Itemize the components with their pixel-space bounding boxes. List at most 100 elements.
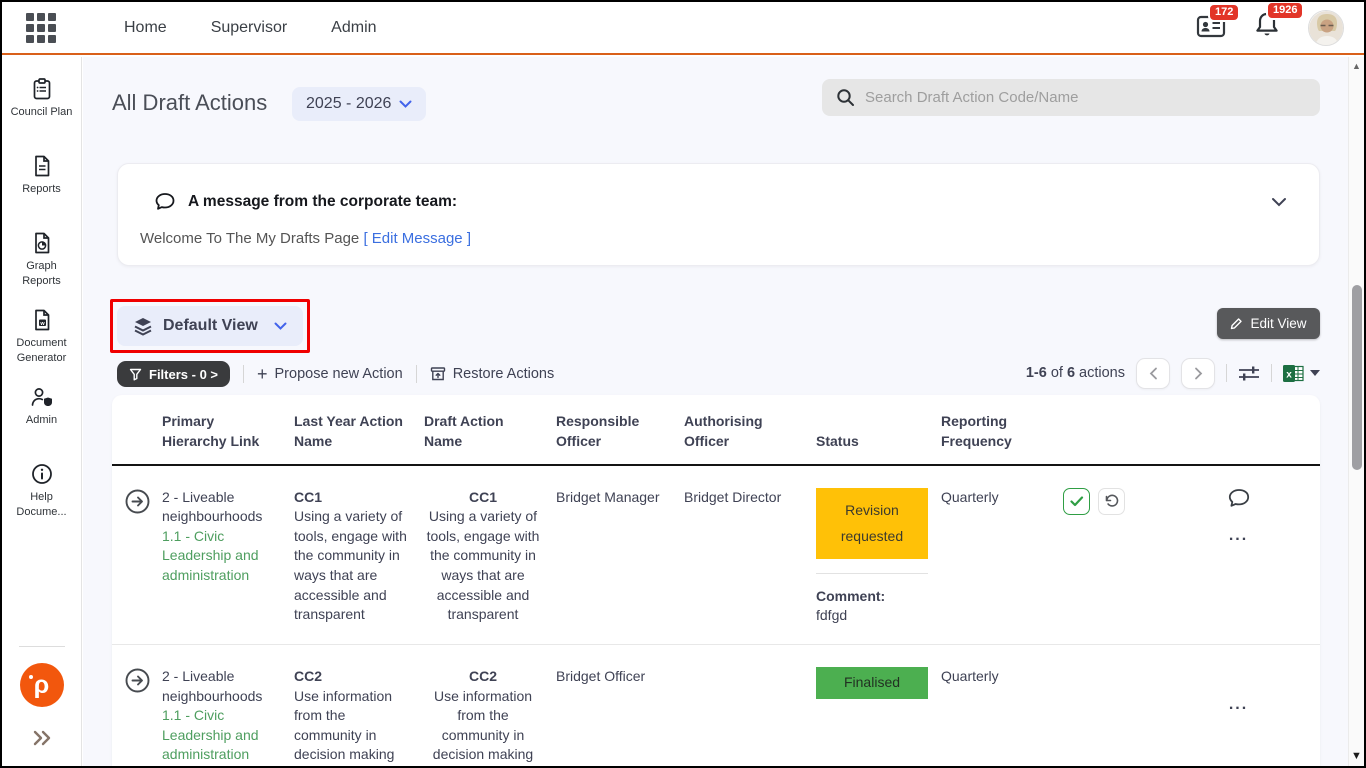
previous-page-button[interactable] xyxy=(1136,358,1170,389)
nav-supervisor[interactable]: Supervisor xyxy=(211,19,287,37)
column-header: Primary Hierarchy Link xyxy=(162,411,294,452)
propose-new-action-button[interactable]: + Propose new Action xyxy=(257,365,403,383)
action-name: Use information from the community in de… xyxy=(424,687,542,765)
pencil-icon xyxy=(1230,317,1243,330)
brand-logo[interactable]: ρ xyxy=(20,663,64,707)
hierarchy-primary: 2 - Liveable neighbourhoods xyxy=(162,488,280,527)
export-excel-button[interactable]: x xyxy=(1283,364,1320,383)
restore-archive-icon xyxy=(430,366,446,382)
table-toolbar-left: Filters - 0 > + Propose new Action Resto… xyxy=(117,360,554,388)
view-selector[interactable]: Default View xyxy=(117,306,303,346)
highlight-box: Default View xyxy=(110,299,310,353)
toolbar-divider xyxy=(1271,364,1272,382)
column-header: Reporting Frequency xyxy=(941,411,1063,452)
responsible-officer-cell: Bridget Manager xyxy=(556,488,684,508)
table-header-row: Primary Hierarchy Link Last Year Action … xyxy=(112,395,1320,466)
messages-button[interactable]: 172 xyxy=(1196,13,1226,43)
count-range: 1-6 xyxy=(1026,365,1047,381)
export-dropdown-caret xyxy=(1310,370,1320,376)
chevron-right-icon xyxy=(1194,367,1203,380)
edit-view-label: Edit View xyxy=(1250,316,1306,331)
scroll-down-arrow[interactable]: ▼ xyxy=(1349,750,1364,762)
open-action-arrow-icon[interactable] xyxy=(124,488,151,515)
sidebar-item-council-plan[interactable]: Council Plan xyxy=(2,77,81,154)
main-content: All Draft Actions 2025 - 2026 A message … xyxy=(83,57,1348,766)
more-menu-button[interactable]: ... xyxy=(1229,697,1248,713)
main-nav: Home Supervisor Admin xyxy=(124,19,377,37)
brand-logo-glyph: ρ xyxy=(34,671,49,700)
action-code: CC2 xyxy=(294,667,410,687)
year-selector-value: 2025 - 2026 xyxy=(306,95,391,113)
count-of: of xyxy=(1051,365,1063,381)
sidebar-item-help-documents[interactable]: Help Docume... xyxy=(2,462,81,539)
view-selector-value: Default View xyxy=(163,317,258,335)
sidebar-item-admin[interactable]: Admin xyxy=(2,385,81,462)
hierarchy-secondary-link[interactable]: 1.1 - Civic Leadership and administratio… xyxy=(162,706,280,765)
hierarchy-cell: 2 - Liveable neighbourhoods 1.1 - Civic … xyxy=(162,488,294,586)
action-code: CC1 xyxy=(424,488,542,508)
sidebar-divider xyxy=(19,646,65,647)
vertical-scrollbar[interactable]: ▲ ▼ xyxy=(1348,57,1364,766)
chevron-left-icon xyxy=(1149,367,1158,380)
status-divider xyxy=(816,573,928,574)
hierarchy-secondary-link[interactable]: 1.1 - Civic Leadership and administratio… xyxy=(162,527,280,586)
admin-shield-icon xyxy=(29,385,55,409)
table-row: 2 - Liveable neighbourhoods 1.1 - Civic … xyxy=(112,466,1320,645)
open-action-arrow-icon[interactable] xyxy=(124,667,151,694)
chevron-down-icon xyxy=(1271,197,1287,207)
search-bar xyxy=(822,79,1320,116)
status-badge: Finalised xyxy=(816,667,928,699)
nav-admin[interactable]: Admin xyxy=(331,19,376,37)
toolbar-divider xyxy=(1226,364,1227,382)
undo-button[interactable] xyxy=(1098,488,1125,515)
frequency-cell: Quarterly xyxy=(941,667,1063,687)
speech-bubble-icon xyxy=(154,192,176,212)
info-icon xyxy=(30,462,54,486)
draft-action-cell: CC1 Using a variety of tools, engage wit… xyxy=(424,488,556,625)
page-title: All Draft Actions xyxy=(112,90,267,116)
hierarchy-cell: 2 - Liveable neighbourhoods 1.1 - Civic … xyxy=(162,667,294,765)
column-settings-icon[interactable] xyxy=(1238,365,1260,382)
app-launcher-icon[interactable] xyxy=(26,13,56,43)
svg-text:x: x xyxy=(1286,369,1292,380)
approve-button[interactable] xyxy=(1063,488,1090,515)
frequency-cell: Quarterly xyxy=(941,488,1063,508)
column-header: Draft Action Name xyxy=(424,411,556,452)
sidebar-item-document-generator[interactable]: w Document Generator xyxy=(2,308,81,385)
edit-view-button[interactable]: Edit View xyxy=(1217,308,1320,339)
status-cell: Finalised xyxy=(816,667,941,699)
edit-message-link[interactable]: [ Edit Message ] xyxy=(363,230,471,247)
expand-sidebar-button[interactable] xyxy=(30,729,54,752)
undo-icon xyxy=(1104,494,1119,509)
comment-label: Comment: xyxy=(816,587,927,607)
layers-icon xyxy=(133,316,153,336)
message-body-text: Welcome To The My Drafts Page xyxy=(140,230,359,247)
notifications-button[interactable]: 1926 xyxy=(1254,11,1280,44)
filters-button[interactable]: Filters - 0 > xyxy=(117,361,230,387)
scrollbar-thumb[interactable] xyxy=(1352,285,1362,470)
plus-icon: + xyxy=(257,365,268,383)
column-header: Responsible Officer xyxy=(556,411,684,452)
nav-home[interactable]: Home xyxy=(124,19,167,37)
scroll-up-arrow[interactable]: ▲ xyxy=(1349,61,1364,71)
chevron-down-icon xyxy=(399,100,412,109)
sidebar-label: Document Generator xyxy=(9,336,75,366)
authorising-officer-cell: Bridget Director xyxy=(684,488,816,508)
restore-actions-button[interactable]: Restore Actions xyxy=(430,366,555,382)
comment-bubble-button[interactable] xyxy=(1227,488,1251,515)
toolbar-divider xyxy=(416,365,417,383)
word-document-icon: w xyxy=(30,308,54,332)
funnel-icon xyxy=(129,368,142,381)
sidebar-label: Graph Reports xyxy=(9,259,75,289)
next-page-button[interactable] xyxy=(1181,358,1215,389)
year-selector[interactable]: 2025 - 2026 xyxy=(292,87,426,121)
sidebar-item-reports[interactable]: Reports xyxy=(2,154,81,231)
more-menu-button[interactable]: ... xyxy=(1229,528,1248,544)
chevron-down-icon xyxy=(274,322,287,331)
sidebar-item-graph-reports[interactable]: Graph Reports xyxy=(2,231,81,308)
user-avatar[interactable] xyxy=(1308,10,1344,46)
search-input[interactable] xyxy=(865,89,1306,106)
search-icon xyxy=(836,88,855,107)
sidebar-label: Help Docume... xyxy=(9,490,75,520)
collapse-message-button[interactable] xyxy=(1271,194,1287,212)
